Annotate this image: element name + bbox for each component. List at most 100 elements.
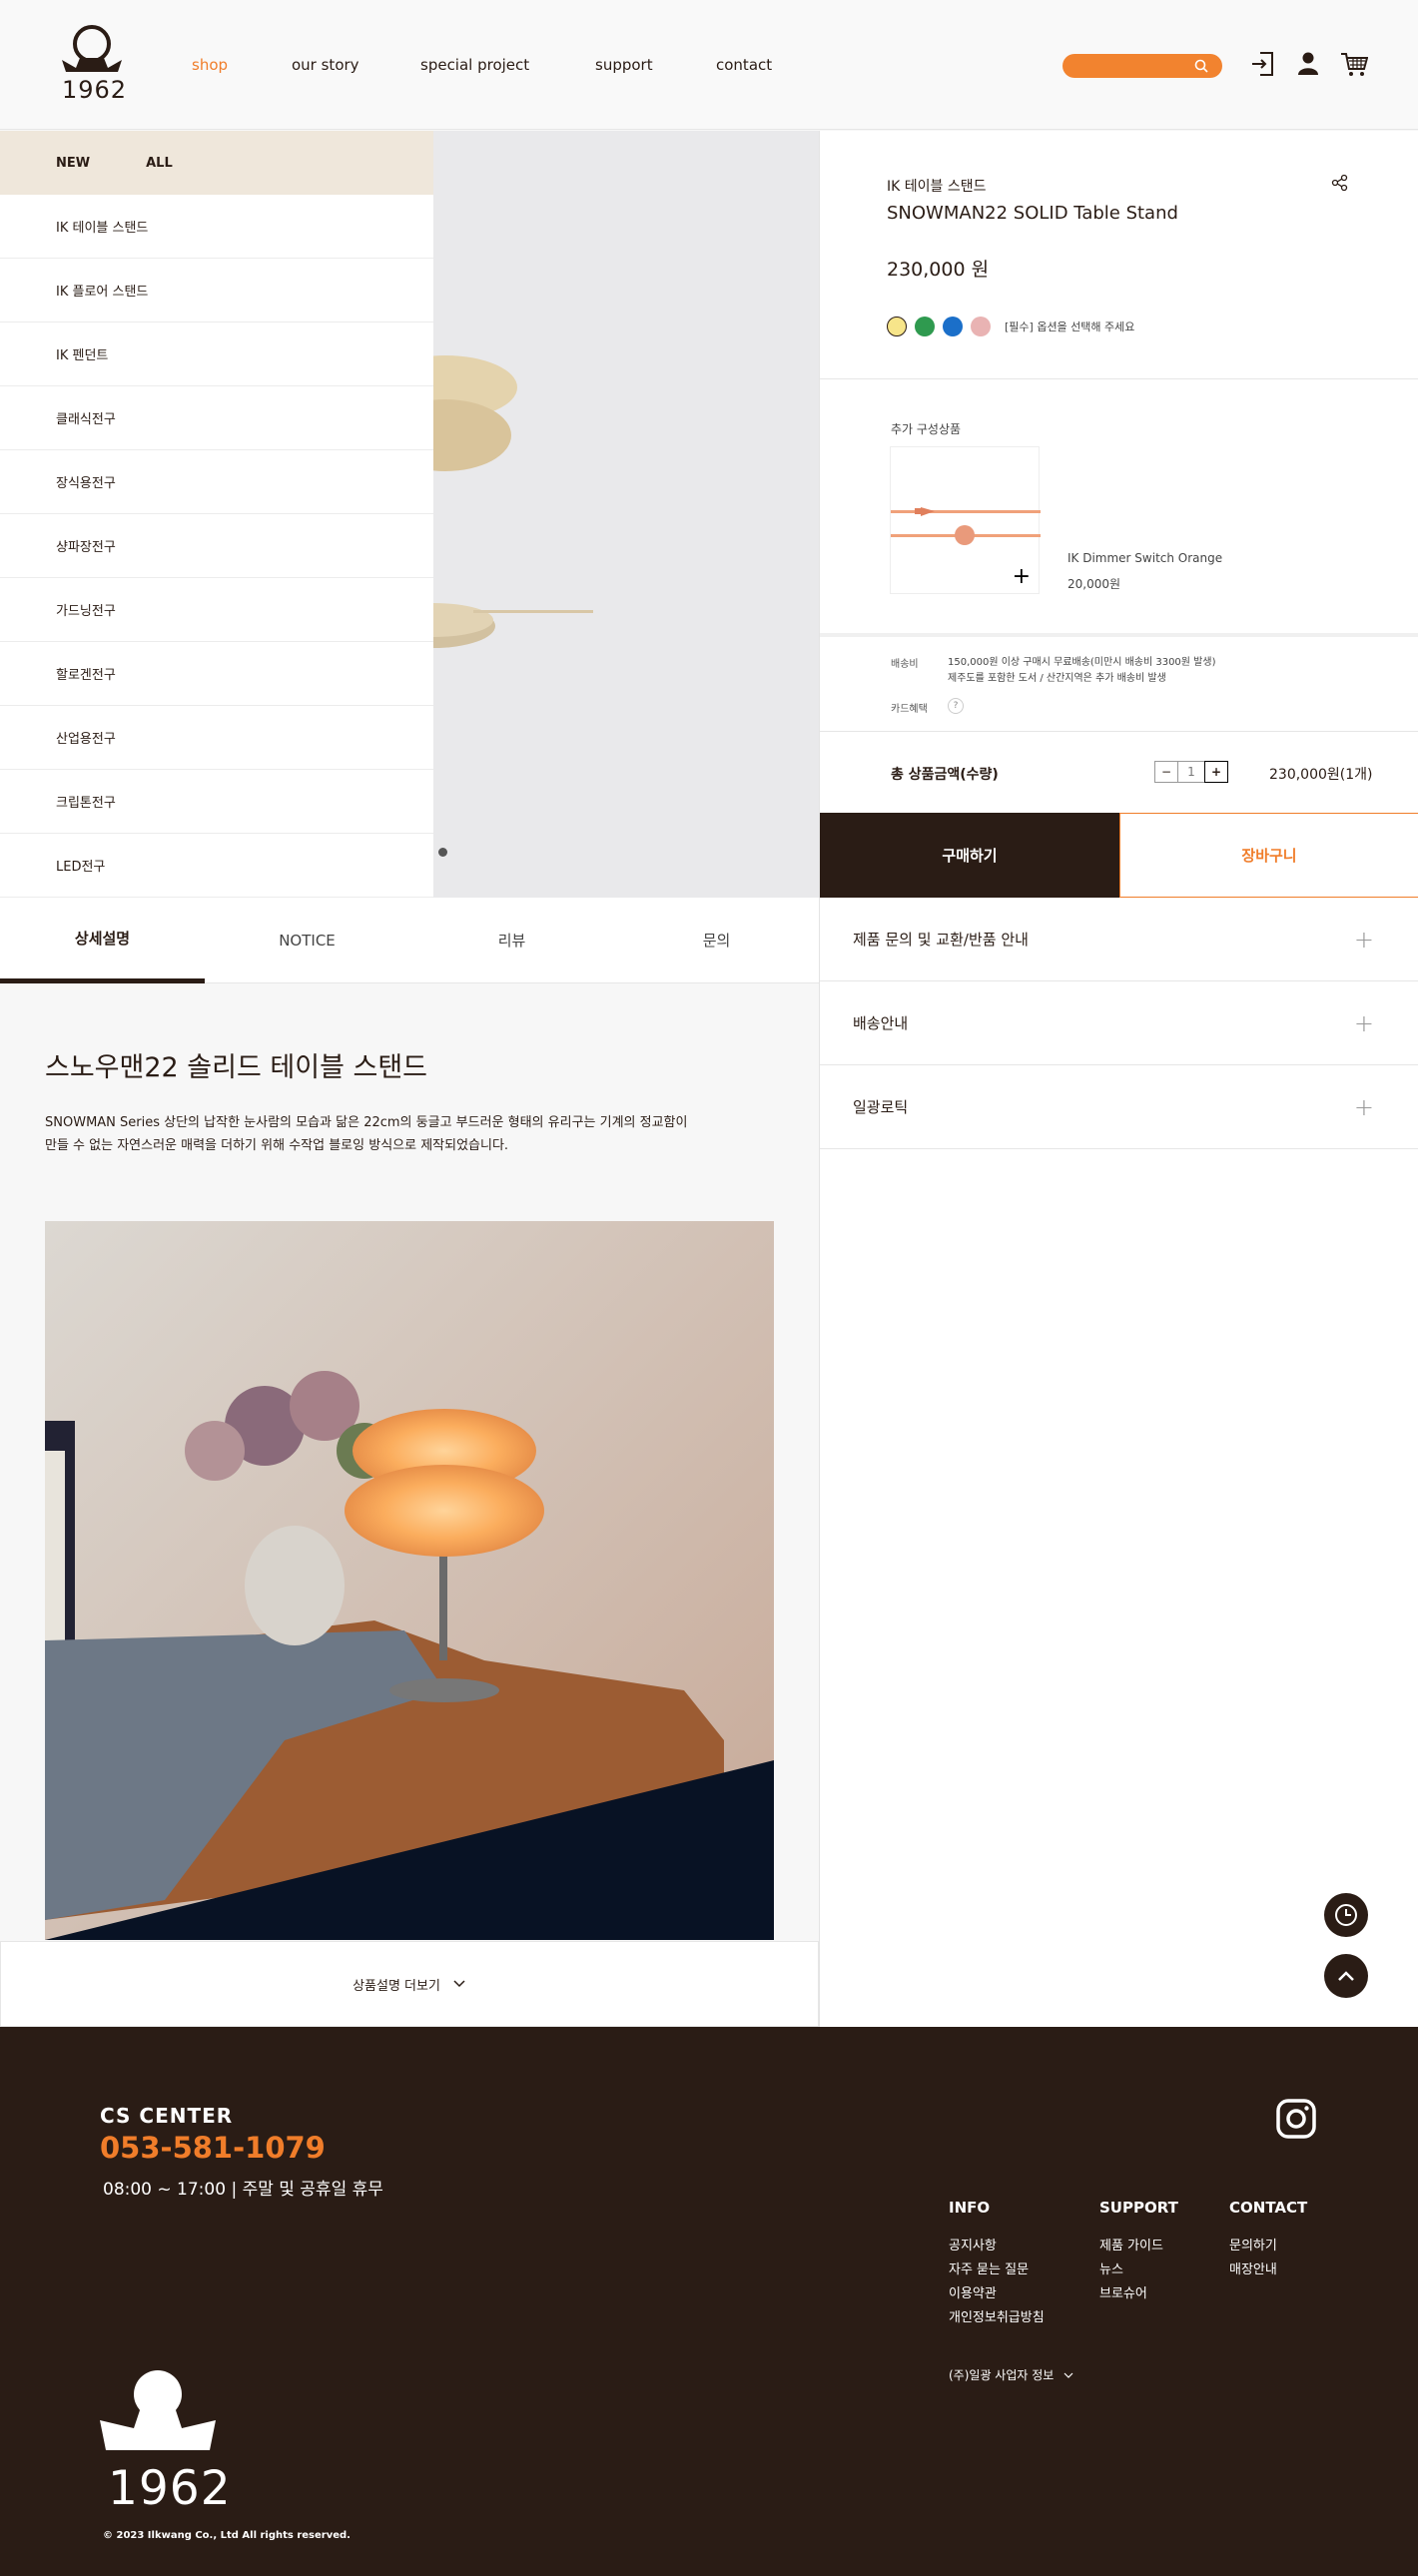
scroll-top-button[interactable]	[1324, 1954, 1368, 1998]
category-item[interactable]: 산업용전구	[0, 706, 433, 770]
category-new[interactable]: NEW	[56, 156, 90, 171]
nav-our-story[interactable]: our story	[292, 56, 420, 74]
plus-icon[interactable]: +	[1354, 1093, 1374, 1121]
tab-notice[interactable]: NOTICE	[205, 898, 409, 983]
addon-name: IK Dimmer Switch Orange	[1067, 551, 1223, 565]
footer-contact-column: CONTACT 문의하기 매장안내	[1229, 2199, 1307, 2282]
footer-link[interactable]: 뉴스	[1099, 2258, 1178, 2282]
total-label: 총 상품금액(수량)	[891, 767, 999, 783]
color-options: [필수] 옵션을 선택해 주세요	[887, 317, 1134, 336]
color-swatch-blue[interactable]	[943, 317, 963, 336]
buy-button[interactable]: 구매하기	[820, 813, 1119, 898]
accordion-label: 제품 문의 및 교환/반품 안내	[853, 931, 1029, 949]
quantity-plus-button[interactable]: +	[1204, 761, 1228, 783]
card-benefit-label: 카드혜택	[891, 704, 928, 715]
description-line: SNOWMAN Series 상단의 납작한 눈사람의 모습과 닮은 22cm의…	[45, 1115, 688, 1130]
plus-icon[interactable]: +	[1354, 926, 1374, 954]
help-icon[interactable]: ?	[948, 698, 964, 714]
footer-info-column: INFO 공지사항 자주 묻는 질문 이용약관 개인정보취급방침	[949, 2199, 1045, 2330]
detail-tabs: 상세설명 NOTICE 리뷰 문의	[0, 898, 819, 983]
category-item[interactable]: 클래식전구	[0, 386, 433, 450]
product-description: 스노우맨22 솔리드 테이블 스탠드 SNOWMAN Series 상단의 납작…	[0, 983, 819, 2022]
instagram-icon[interactable]	[1274, 2097, 1318, 2141]
category-item[interactable]: LED전구	[0, 834, 433, 898]
footer-link[interactable]: 매장안내	[1229, 2258, 1307, 2282]
footer-link[interactable]: 자주 묻는 질문	[949, 2258, 1045, 2282]
search-icon[interactable]	[1194, 59, 1208, 73]
option-note: [필수] 옵션을 선택해 주세요	[1005, 321, 1135, 333]
product-price: 230,000 원	[887, 259, 990, 281]
carousel-dot[interactable]	[438, 848, 447, 857]
footer-heading: INFO	[949, 2199, 991, 2217]
divider	[820, 378, 1418, 379]
divider	[820, 633, 1418, 637]
recent-history-button[interactable]	[1324, 1893, 1368, 1937]
color-swatch-yellow[interactable]	[887, 317, 907, 336]
tab-review[interactable]: 리뷰	[409, 898, 614, 983]
addon-title: 추가 구성상품	[891, 422, 962, 436]
footer-link[interactable]: 이용약관	[949, 2282, 1045, 2306]
shipping-info: 150,000원 이상 구매시 무료배송(미만시 배송비 3300원 발생) 제…	[948, 655, 1215, 687]
category-item[interactable]: 할로겐전구	[0, 642, 433, 706]
nav-shop[interactable]: shop	[192, 56, 292, 74]
total-value: 230,000원(1개)	[1269, 767, 1373, 783]
add-to-cart-button[interactable]: 장바구니	[1119, 813, 1418, 898]
shipping-line: 150,000원 이상 구매시 무료배송(미만시 배송비 3300원 발생)	[948, 657, 1216, 668]
shipping-line: 제주도를 포함한 도서 / 산간지역은 추가 배송비 발생	[948, 673, 1166, 684]
category-all[interactable]: ALL	[146, 156, 173, 171]
tab-description[interactable]: 상세설명	[0, 898, 205, 983]
lifestyle-photo	[45, 1221, 774, 1940]
addon-item[interactable]: +	[890, 446, 1041, 594]
business-info-label: (주)일광 사업자 정보	[949, 2368, 1055, 2382]
footer-link[interactable]: 문의하기	[1229, 2235, 1307, 2258]
chevron-down-icon	[1064, 2372, 1073, 2378]
more-description-button[interactable]: 상품설명 더보기	[0, 1941, 819, 2027]
nav-support[interactable]: support	[595, 56, 716, 74]
quantity-input[interactable]: 1	[1178, 761, 1204, 783]
color-swatch-pink[interactable]	[971, 317, 991, 336]
product-name: SNOWMAN22 SOLID Table Stand	[887, 203, 1178, 224]
info-accordion: 제품 문의 및 교환/반품 안내 + 배송안내 + 일광로틱 +	[819, 898, 1418, 2027]
cart-icon[interactable]	[1340, 50, 1368, 78]
share-icon[interactable]	[1331, 174, 1349, 192]
category-item[interactable]: IK 테이블 스탠드	[0, 195, 433, 259]
lamp-lifestyle-image	[45, 1221, 774, 1940]
main-nav: shop our story special project support c…	[192, 56, 772, 74]
footer-heading: SUPPORT	[1099, 2199, 1178, 2217]
nav-special-project[interactable]: special project	[420, 56, 595, 74]
category-item[interactable]: 크립톤전구	[0, 770, 433, 834]
site-header: 1962 shop our story special project supp…	[0, 0, 1418, 130]
product-category: IK 테이블 스탠드	[887, 179, 987, 195]
cs-phone[interactable]: 053-581-1079	[100, 2131, 326, 2165]
product-hero-image	[433, 131, 819, 898]
tab-inquiry[interactable]: 문의	[614, 898, 819, 983]
category-item[interactable]: 가드닝전구	[0, 578, 433, 642]
category-item[interactable]: 샹파장전구	[0, 514, 433, 578]
add-icon[interactable]: +	[1013, 564, 1031, 589]
accordion-shipping[interactable]: 배송안내 +	[820, 981, 1418, 1065]
footer-logo-year: 1962	[108, 2461, 232, 2516]
plus-icon[interactable]: +	[1354, 1009, 1374, 1037]
nav-contact[interactable]: contact	[716, 56, 772, 74]
category-item[interactable]: IK 플로어 스탠드	[0, 259, 433, 322]
footer-link[interactable]: 개인정보취급방침	[949, 2306, 1045, 2330]
accordion-returns[interactable]: 제품 문의 및 교환/반품 안내 +	[820, 898, 1418, 981]
accordion-label: 배송안내	[853, 1014, 909, 1032]
description-line: 만들 수 없는 자연스러운 매력을 더하기 위해 수작업 블로잉 방식으로 제작…	[45, 1138, 509, 1153]
business-info-toggle[interactable]: (주)일광 사업자 정보	[949, 2366, 1073, 2383]
category-item[interactable]: 장식용전구	[0, 450, 433, 514]
shipping-label: 배송비	[891, 659, 919, 670]
footer-link[interactable]: 제품 가이드	[1099, 2235, 1178, 2258]
quantity-minus-button[interactable]: −	[1154, 761, 1178, 783]
footer-link[interactable]: 공지사항	[949, 2235, 1045, 2258]
login-icon[interactable]	[1250, 50, 1276, 78]
footer-support-column: SUPPORT 제품 가이드 뉴스 브로슈어	[1099, 2199, 1178, 2306]
search-input[interactable]	[1063, 54, 1222, 78]
user-icon[interactable]	[1297, 50, 1319, 78]
footer-heading: CONTACT	[1229, 2199, 1308, 2217]
category-item[interactable]: IK 펜던트	[0, 322, 433, 386]
color-swatch-green[interactable]	[915, 317, 935, 336]
footer-link[interactable]: 브로슈어	[1099, 2282, 1178, 2306]
accordion-ilkwang-rotic[interactable]: 일광로틱 +	[820, 1065, 1418, 1149]
description-title: 스노우맨22 솔리드 테이블 스탠드	[45, 1052, 428, 1083]
